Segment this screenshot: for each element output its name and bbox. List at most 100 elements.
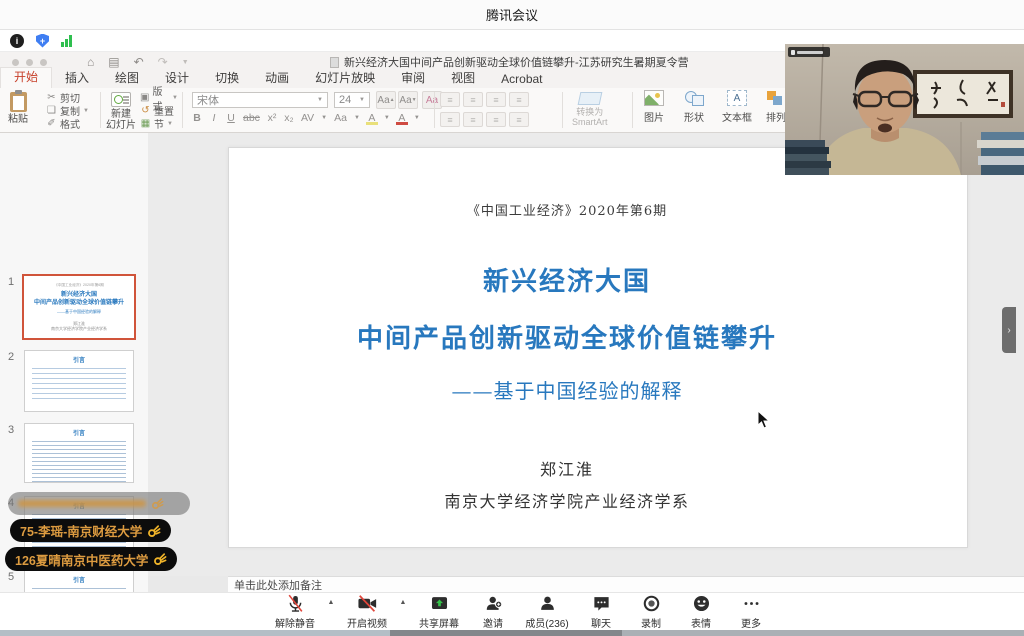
slide-thumbnail-3[interactable]: 引言 bbox=[24, 423, 134, 483]
font-size-select[interactable]: 24 ▼ bbox=[334, 92, 370, 108]
slide-canvas[interactable]: 《中国工业经济》2020年第6期 新兴经济大国 中间产品创新驱动全球价值链攀升 … bbox=[228, 147, 968, 548]
thumb-number: 1 bbox=[8, 276, 14, 288]
thumb-number: 3 bbox=[8, 424, 14, 436]
share-screen-icon bbox=[430, 593, 449, 613]
subscript-button[interactable]: x₂ bbox=[284, 112, 294, 124]
side-panel-toggle[interactable]: › bbox=[1002, 307, 1016, 353]
window-controls[interactable] bbox=[12, 59, 47, 66]
members-button[interactable]: 成员(236) bbox=[518, 593, 576, 630]
thumbnail-text-lines bbox=[32, 441, 126, 483]
signal-icon bbox=[61, 35, 72, 47]
font-color-button[interactable]: A bbox=[397, 112, 407, 124]
info-icon[interactable]: i bbox=[10, 34, 24, 48]
shapes-icon bbox=[684, 90, 704, 106]
numbering-button[interactable]: ≡ bbox=[463, 92, 483, 107]
tab-slideshow[interactable]: 幻灯片放映 bbox=[302, 69, 388, 88]
notes-placeholder: 单击此处添加备注 bbox=[234, 577, 322, 593]
video-options-caret[interactable]: ▲ bbox=[396, 593, 410, 606]
align-left-button[interactable]: ≡ bbox=[440, 112, 460, 127]
thumb-number: 5 bbox=[8, 571, 14, 583]
book-stack-right bbox=[977, 132, 1024, 175]
chat-bubble-text: 75-李瑶-南京财经大学 bbox=[20, 521, 142, 540]
notes-pane[interactable]: 单击此处添加备注 bbox=[228, 576, 1024, 592]
insert-textbox-button[interactable]: A 文本框 bbox=[722, 90, 752, 124]
arrange-icon bbox=[766, 90, 786, 106]
thumb-number: 2 bbox=[8, 351, 14, 363]
convert-smartart-button[interactable]: 转换为SmartArt bbox=[572, 92, 608, 127]
italic-button[interactable]: I bbox=[209, 112, 219, 124]
tab-insert[interactable]: 插入 bbox=[52, 69, 102, 88]
highlight-color-button[interactable]: A bbox=[367, 112, 377, 124]
superscript-button[interactable]: x² bbox=[267, 112, 277, 124]
line-spacing-button[interactable]: ≡ bbox=[486, 112, 506, 127]
journal-line: 《中国工业经济》2020年第6期 bbox=[229, 200, 905, 219]
grow-font-button[interactable]: Aa▲ bbox=[376, 91, 396, 109]
font-name-select[interactable]: 宋体 ▼ bbox=[192, 92, 328, 108]
customize-toolbar-icon[interactable]: ▼ bbox=[182, 59, 189, 66]
align-center-button[interactable]: ≡ bbox=[463, 112, 483, 127]
chat-button[interactable]: 聊天 bbox=[576, 593, 626, 630]
text-direction-button[interactable]: ≡ bbox=[509, 112, 529, 127]
smartart-icon bbox=[577, 92, 602, 105]
slide-thumbnail-2[interactable]: 引言 bbox=[24, 350, 134, 412]
slide-affiliation: 南京大学经济学院产业经济学系 bbox=[229, 488, 905, 512]
redo-icon[interactable]: ↷ bbox=[158, 55, 168, 69]
format-painter-button[interactable]: ✐格式 bbox=[46, 117, 89, 130]
record-button[interactable]: 录制 bbox=[626, 593, 676, 630]
home-icon[interactable]: ⌂ bbox=[87, 55, 94, 69]
arrange-button[interactable]: 排列 bbox=[766, 90, 786, 124]
slide-subtitle: ——基于中国经验的解释 bbox=[229, 375, 905, 404]
webcam-video[interactable] bbox=[785, 44, 1024, 175]
bullets-button[interactable]: ≡ bbox=[440, 92, 460, 107]
tab-animations[interactable]: 动画 bbox=[252, 69, 302, 88]
new-slide-icon bbox=[111, 92, 131, 107]
webcam-scene bbox=[785, 44, 1024, 175]
undo-icon[interactable]: ↶ bbox=[134, 55, 144, 69]
underline-button[interactable]: U bbox=[226, 112, 236, 124]
tab-home[interactable]: 开始 bbox=[0, 67, 52, 88]
insert-picture-button[interactable]: 图片 bbox=[644, 90, 664, 124]
bold-button[interactable]: B bbox=[192, 112, 202, 124]
insert-shapes-button[interactable]: 形状 bbox=[684, 90, 704, 124]
paste-button[interactable]: 粘贴 bbox=[8, 90, 28, 125]
more-icon bbox=[742, 593, 761, 613]
mic-options-caret[interactable]: ▲ bbox=[324, 593, 338, 606]
invite-button[interactable]: 邀请 bbox=[468, 593, 518, 630]
share-screen-button[interactable]: 共享屏幕 bbox=[410, 593, 468, 630]
tab-transitions[interactable]: 切换 bbox=[202, 69, 252, 88]
unmute-button[interactable]: 解除静音 bbox=[266, 593, 324, 630]
reset-icon: ↺ bbox=[140, 105, 151, 116]
tab-draw[interactable]: 绘图 bbox=[102, 69, 152, 88]
meeting-titlebar: 腾讯会议 bbox=[0, 0, 1024, 30]
chat-bubble-text: 126夏晴南京中医药大学 bbox=[15, 550, 148, 569]
character-spacing-button[interactable]: AV bbox=[301, 112, 314, 124]
start-video-button[interactable]: 开启视频 bbox=[338, 593, 396, 630]
new-slide-button[interactable]: 新建幻灯片 bbox=[106, 90, 136, 131]
strikethrough-button[interactable]: abc bbox=[243, 112, 260, 124]
mouse-cursor bbox=[757, 410, 770, 429]
change-case-button[interactable]: Aa bbox=[334, 112, 347, 124]
meeting-title: 腾讯会议 bbox=[486, 5, 538, 24]
save-icon[interactable]: ▤ bbox=[108, 55, 119, 69]
section-button[interactable]: ▦节▼ bbox=[140, 117, 178, 130]
tab-review[interactable]: 审阅 bbox=[388, 69, 438, 88]
meeting-toolbar: 解除静音 ▲ 开启视频 ▲ bbox=[0, 592, 1024, 630]
record-icon bbox=[642, 593, 661, 613]
tab-acrobat[interactable]: Acrobat bbox=[488, 72, 555, 88]
emoji-button[interactable]: 表情 bbox=[676, 593, 726, 630]
clear-formatting-button[interactable]: Aa bbox=[422, 91, 442, 109]
mic-muted-icon bbox=[286, 593, 305, 613]
copy-icon: ❏ bbox=[46, 105, 57, 116]
slide-thumbnail-1[interactable]: 《中国工业经济》2020年第6期 新兴经济大国中间产品创新驱动全球价值链攀升 —… bbox=[22, 274, 136, 340]
calligraphy-frame bbox=[913, 70, 1013, 118]
indent-increase-button[interactable]: ≡ bbox=[509, 92, 529, 107]
ok-hand-icon bbox=[151, 497, 164, 510]
indent-decrease-button[interactable]: ≡ bbox=[486, 92, 506, 107]
chat-bubble: 75-李瑶-南京财经大学 bbox=[10, 519, 171, 542]
more-button[interactable]: 更多 bbox=[726, 593, 776, 630]
tencent-meeting-window: 腾讯会议 i + ⌂ ▤ ↶ ↷ ▼ 新兴经济大国中间产品创新驱动全球价值链攀升… bbox=[0, 0, 1024, 636]
shrink-font-button[interactable]: Aa▼ bbox=[398, 91, 418, 109]
slide-thumbnail-5[interactable]: 引言 bbox=[24, 570, 134, 592]
shield-icon[interactable]: + bbox=[36, 34, 49, 48]
tab-view[interactable]: 视图 bbox=[438, 69, 488, 88]
